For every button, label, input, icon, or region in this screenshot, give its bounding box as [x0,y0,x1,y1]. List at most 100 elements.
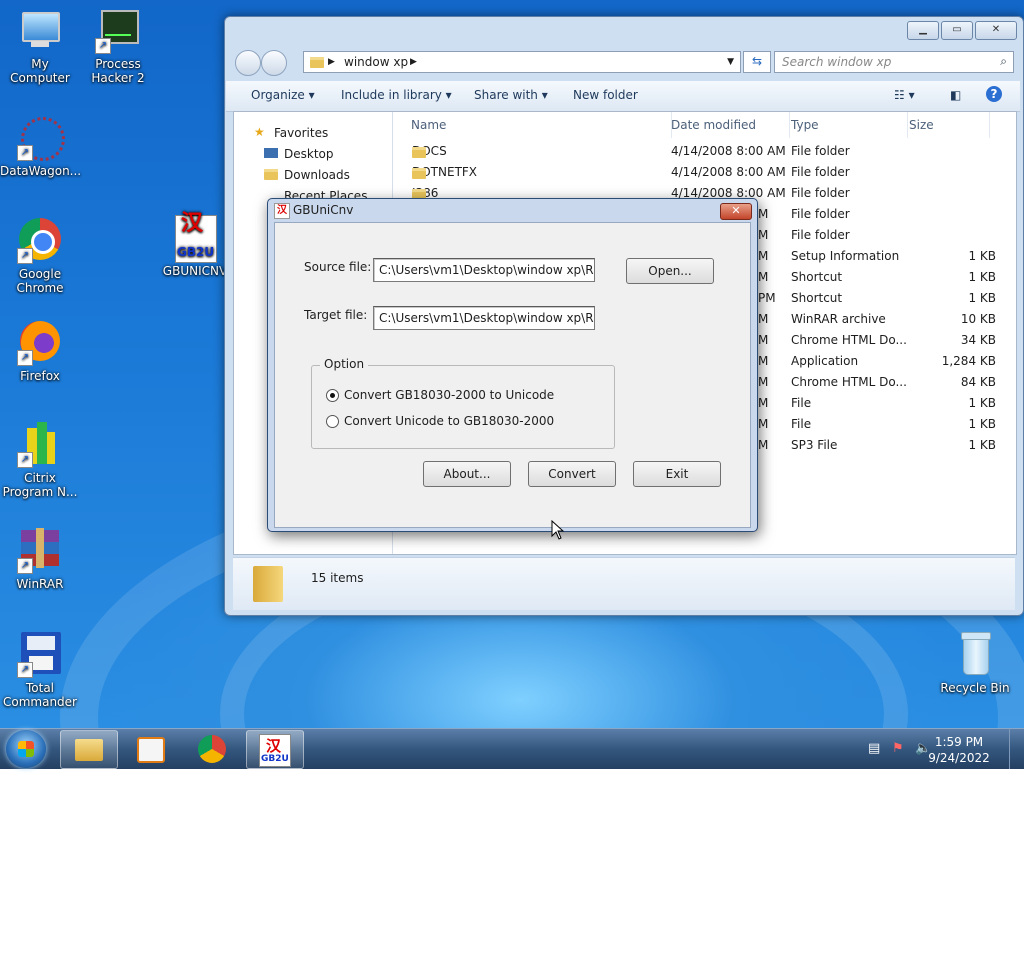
nav-downloads[interactable]: Downloads [284,168,350,182]
desktop-icon-citrix[interactable]: ↗ Citrix Program N... [0,422,80,499]
desktop-icon-datawagon[interactable]: ↗ DataWagon... [0,115,82,178]
exit-button[interactable]: Exit [633,461,721,487]
file-date: M [758,417,769,431]
source-file-label: Source file: [304,260,372,274]
taskbar-explorer[interactable] [60,730,118,769]
desktop-icon-chrome[interactable]: ↗ Google Chrome [0,218,80,295]
desktop-icon-gbunicnv[interactable]: 汉 GB2U GBUNICNV [155,213,235,279]
folder-icon [75,739,103,761]
breadcrumb[interactable]: window xp [344,55,408,69]
taskbar-media-player[interactable] [122,730,178,767]
show-desktop-button[interactable] [1009,729,1024,769]
column-header-size[interactable]: Size [902,112,990,138]
shortcut-arrow-icon: ↗ [17,558,33,574]
file-name: DOTNETFX [412,165,478,179]
file-date: M [758,354,769,368]
close-button[interactable]: ✕ [975,21,1017,40]
desktop-icon-firefox[interactable]: ↗ Firefox [0,320,80,383]
maximize-button[interactable]: ▭ [941,21,973,40]
include-in-library-menu[interactable]: Include in library ▾ [341,88,452,102]
desktop-icon-label: Total Commander [3,681,77,709]
file-date: M [758,396,769,410]
taskbar-chrome[interactable] [184,730,240,767]
window-controls: ▁ ▭ ✕ [905,21,1017,40]
search-placeholder: Search window xp [782,55,892,69]
minimize-button[interactable]: ▁ [907,21,939,40]
option-gb-to-unicode-radio[interactable] [326,389,339,402]
file-size: 1 KB [968,249,996,263]
address-bar[interactable]: ▶ window xp ▶ ▼ [303,51,741,73]
forward-button[interactable] [261,50,287,76]
chevron-down-icon[interactable]: ▼ [727,57,734,67]
desktop-icon-label: My Computer [10,57,70,85]
file-type: File folder [791,228,850,242]
search-icon: ⌕ [1000,54,1007,68]
file-size: 84 KB [960,375,996,389]
clock-date: 9/24/2022 [928,751,990,765]
action-center-icon[interactable]: ⚑ [892,741,904,756]
recycle-bin-icon [952,632,998,678]
desktop-icon-label: DataWagon... [0,164,82,178]
search-input[interactable]: Search window xp ⌕ [774,51,1014,73]
desktop-icon-my-computer[interactable]: My Computer [0,8,80,85]
desktop-icon-label: WinRAR [16,577,64,591]
about-button[interactable]: About... [423,461,511,487]
citrix-icon: ↗ [17,422,63,468]
share-with-menu[interactable]: Share with ▾ [474,88,548,102]
item-count: 15 items [311,571,364,585]
nav-favorites[interactable]: Favorites [274,126,328,140]
gb2u-icon: 汉 [274,203,290,219]
file-date: M [758,333,769,347]
convert-button[interactable]: Convert [528,461,616,487]
file-type: File [791,396,812,410]
new-folder-button[interactable]: New folder [573,88,638,102]
source-file-input[interactable]: C:\Users\vm1\Desktop\window xp\READ [373,258,595,282]
table-row[interactable]: DOCS 4/14/2008 8:00 AM File folder [404,141,1014,162]
help-icon[interactable]: ? [986,86,1002,102]
open-button[interactable]: Open... [626,258,714,284]
clock[interactable]: 1:59 PM 9/24/2022 [924,734,994,766]
start-button[interactable] [6,730,46,768]
floppy-icon: ↗ [17,632,63,678]
table-row[interactable]: DOTNETFX 4/14/2008 8:00 AM File folder [404,162,1014,183]
refresh-button[interactable]: ⇆ [743,51,771,73]
dialog-body: Source file: C:\Users\vm1\Desktop\window… [274,222,751,528]
desktop-icon-recycle-bin[interactable]: Recycle Bin [935,632,1015,695]
file-date: M [758,438,769,452]
option-unicode-to-gb-label[interactable]: Convert Unicode to GB18030-2000 [344,414,554,428]
desktop-icon-label: GBUNICNV [162,264,228,278]
desktop-icon-total-commander[interactable]: ↗ Total Commander [0,632,80,709]
nav-desktop[interactable]: Desktop [284,147,334,161]
shortcut-arrow-icon: ↗ [17,145,33,161]
chrome-icon: ↗ [17,218,63,264]
target-file-input[interactable]: C:\Users\vm1\Desktop\window xp\READ [373,306,595,330]
option-gb-to-unicode-label[interactable]: Convert GB18030-2000 to Unicode [344,388,554,402]
file-type: File [791,417,812,431]
desktop-icon-process-hacker[interactable]: ↗ Process Hacker 2 [78,8,158,85]
file-type: WinRAR archive [791,312,886,326]
firefox-icon: ↗ [17,320,63,366]
gb2u-icon: 汉 GB2U [172,213,218,263]
option-group: Option Convert GB18030-2000 to Unicode C… [311,357,615,449]
desktop-icon-label: Citrix Program N... [2,471,78,499]
file-size: 1 KB [968,396,996,410]
chevron-right-icon[interactable]: ▶ [410,57,417,67]
close-button[interactable]: ✕ [720,203,752,220]
chevron-right-icon: ▶ [328,57,335,67]
back-button[interactable] [235,50,261,76]
dialog-title: GBUniCnv [293,203,354,217]
column-header-type[interactable]: Type [784,112,908,138]
file-type: File folder [791,144,850,158]
file-date: 4/14/2008 8:00 AM [671,165,786,179]
organize-menu[interactable]: Organize ▾ [251,88,315,102]
option-unicode-to-gb-radio[interactable] [326,415,339,428]
network-icon[interactable]: ▤ [868,741,880,756]
view-options-icon[interactable]: ☷ ▾ [894,88,915,102]
preview-pane-icon[interactable]: ◧ [950,88,961,102]
taskbar-gbunicnv[interactable]: 汉 GB2U [246,730,304,769]
column-header-date[interactable]: Date modified [664,112,790,138]
column-header-name[interactable]: Name [404,112,672,138]
desktop-icon-winrar[interactable]: ↗ WinRAR [0,528,80,591]
winrar-icon: ↗ [17,528,63,574]
star-icon: ★ [254,125,265,139]
